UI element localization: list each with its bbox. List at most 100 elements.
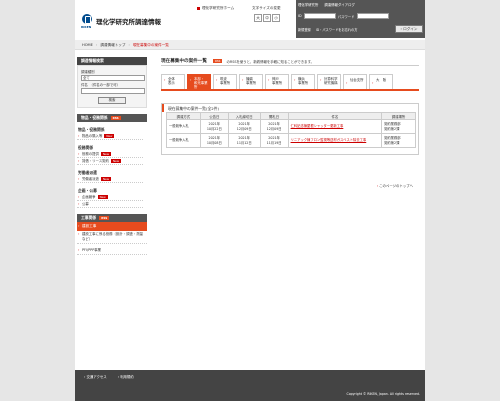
- tab-harima[interactable]: 播磨 事業所: [239, 74, 263, 89]
- cell-place: 契約業務部 契約第2課: [381, 119, 416, 134]
- footer-link-access[interactable]: 交通アクセス: [84, 375, 107, 379]
- font-size-medium-button[interactable]: 中: [263, 14, 271, 22]
- login-title: 理化学研究所 調達情報ダイアログ: [298, 2, 361, 7]
- subject-link[interactable]: リニアック棟フロン監視等送材ガスベスト除去工事: [291, 138, 367, 142]
- cell-deadline: 2021年 12月09日: [227, 119, 261, 134]
- sidebar-item-service[interactable]: 役務の提供New: [77, 151, 143, 158]
- cell-deadline: 2021年 11月12日: [227, 133, 261, 148]
- register-link[interactable]: 新規登録: [298, 28, 311, 32]
- back-to-top-link[interactable]: このページのトップへ: [377, 183, 413, 188]
- result-title: 現在募集中の案件一覧(全2件): [162, 104, 418, 112]
- bullet-icon: [197, 6, 200, 10]
- footer-links: 交通アクセス 利用規約: [84, 374, 144, 379]
- col-deadline: 入札締切日: [227, 112, 261, 120]
- id-label: ID: [298, 14, 302, 18]
- main-title-row: 現在募集中の案件一覧 RSS のRSSを使うと、新着情報を手軽に知ることができま…: [161, 57, 419, 66]
- font-size-small-button[interactable]: 小: [272, 14, 280, 22]
- sidebar-item-labor[interactable]: 労働者派遣New: [77, 176, 143, 183]
- breadcrumb: HOME › 調達情報トップ › 現在募集中の案件一覧: [75, 40, 425, 50]
- logo-subtext: RIKEN: [81, 25, 92, 29]
- sidebar-item-label: 公募: [82, 202, 89, 206]
- riken-logo[interactable]: RIKEN: [81, 14, 93, 29]
- login-button-label: ログイン: [403, 27, 418, 31]
- sidebar-item-lease[interactable]: 賃借・リース契約New: [77, 158, 143, 165]
- result-box: 現在募集中の案件一覧(全2件) 調達方式 公告日 入札締切日 開札日 件名 調達…: [161, 103, 419, 155]
- category-label: 調達種別: [81, 70, 95, 74]
- sidebar-item-label: 賃借・リース契約: [82, 159, 109, 163]
- login-panel: 理化学研究所 調達情報ダイアログ ID パスワード 新規登録 ID・パスワードをお…: [296, 0, 425, 38]
- breadcrumb-home[interactable]: HOME: [82, 43, 93, 47]
- tab-tsukuba[interactable]: 筑波 事業所: [213, 74, 237, 89]
- cell-place: 契約業務部 契約第2課: [381, 133, 416, 148]
- sidebar-item-goods-purchase[interactable]: 物品の購入等New: [77, 133, 143, 140]
- table-row: 一般競争入札 2021年 10月08日 2021年 11月12日 2021年 11月1…: [166, 133, 416, 148]
- cell-subject: リニアック棟フロン監視等送材ガスベスト除去工事: [287, 133, 383, 148]
- cell-method: 一般競争入札: [166, 119, 201, 134]
- keyword-hint: （件名の一部で可）: [91, 83, 120, 87]
- search-panel-title: 調達情報検索: [77, 57, 147, 65]
- sidebar-item-planning[interactable]: 企画競争New: [77, 194, 143, 201]
- font-size-label: 文字サイズの変更: [252, 6, 281, 10]
- tab-osaka[interactable]: 大 阪: [369, 74, 393, 89]
- forgot-password-link[interactable]: ID・パスワードをお忘れの方: [316, 28, 358, 32]
- site-title[interactable]: 理化学研究所調達情報: [96, 16, 161, 26]
- font-size-large-button[interactable]: 大: [254, 14, 262, 22]
- sidebar-item-pfi-ppp[interactable]: PFI/PPP事業: [77, 247, 147, 255]
- cell-opening: 2021年 11月19日: [259, 133, 289, 148]
- table-row: 一般競争入札 2021年 10月22日 2021年 12月09日 2021年 12月0…: [166, 119, 416, 134]
- new-badge: New: [100, 152, 112, 156]
- main-rss-badge[interactable]: RSS: [212, 59, 223, 63]
- tab-computational-science[interactable]: 計算科学 研究機構: [317, 74, 341, 89]
- search-button[interactable]: 検索: [98, 97, 126, 104]
- subject-link[interactable]: 仁科記念棟屋根シャッター更新工事: [291, 124, 344, 128]
- sidebar: 調達情報検索 調達種別 全て 件名 （件名の一部で可） 検索 物品・役務関係 RS…: [77, 57, 147, 255]
- new-badge: New: [100, 177, 112, 181]
- keyword-input[interactable]: [81, 88, 145, 94]
- construction-section-header: 工事関係 RSS: [77, 214, 147, 222]
- col-subject: 件名: [287, 112, 383, 120]
- tab-sendai[interactable]: 仙台支所: [343, 74, 367, 89]
- id-input[interactable]: [303, 13, 336, 19]
- cell-announce: 2021年 10月22日: [199, 119, 229, 134]
- tab-kobe[interactable]: 神戸 事業所: [265, 74, 289, 89]
- copyright: Copyright © RIKEN, Japan. All rights res…: [346, 392, 420, 396]
- new-badge: New: [97, 195, 108, 199]
- font-size-buttons: 大 中 小: [254, 14, 280, 22]
- category-select-value: 全て: [83, 76, 90, 80]
- location-tabs: 全体 表示 本部・ 和光事業所 筑波 事業所 播磨 事業所 神戸 事業所 横浜 …: [161, 74, 419, 91]
- sidebar-item-construction-services[interactable]: 建設工事に係る役務（設計・調査・測量など）: [77, 231, 147, 244]
- main-content: 現在募集中の案件一覧 RSS のRSSを使うと、新着情報を手軽に知ることができま…: [161, 57, 419, 188]
- riken-home-link[interactable]: 理化学研究所ホーム: [197, 6, 234, 11]
- login-title-2: 調達情報ダイアログ: [324, 3, 355, 7]
- goods-section-header: 物品・役務関係 RSS: [77, 114, 147, 122]
- page-title: 現在募集中の案件一覧: [161, 59, 207, 64]
- tab-wako[interactable]: 本部・ 和光事業所: [187, 74, 211, 89]
- col-place: 調達場所: [381, 112, 416, 120]
- password-input[interactable]: [356, 13, 389, 19]
- goods-rss-badge[interactable]: RSS: [110, 116, 121, 120]
- password-label: パスワード: [337, 14, 355, 19]
- search-panel: 調達種別 全て 件名 （件名の一部で可） 検索: [77, 65, 147, 108]
- breadcrumb-parent[interactable]: 調達情報トップ: [100, 43, 125, 47]
- cell-announce: 2021年 10月08日: [199, 133, 229, 148]
- riken-home-label: 理化学研究所ホーム: [202, 6, 235, 10]
- login-button[interactable]: › ログイン: [395, 25, 423, 33]
- cell-subject: 仁科記念棟屋根シャッター更新工事: [287, 119, 383, 134]
- construction-header-label: 工事関係: [81, 215, 97, 220]
- login-fields: ID パスワード: [298, 13, 389, 19]
- cell-method: 一般競争入札: [166, 133, 201, 148]
- footer-link-terms[interactable]: 利用規約: [118, 375, 134, 379]
- category-select[interactable]: 全て: [81, 75, 145, 81]
- tab-all[interactable]: 全体 表示: [161, 74, 185, 89]
- riken-logo-icon: [82, 14, 92, 24]
- table-header-row: 調達方式 公告日 入札締切日 開札日 件名 調達場所: [166, 112, 416, 120]
- tab-yokohama[interactable]: 横浜 事業所: [291, 74, 315, 89]
- cell-opening: 2021年 12月09日: [259, 119, 289, 134]
- goods-header-label: 物品・役務関係: [81, 115, 108, 120]
- sidebar-item-public-offer[interactable]: 公募: [77, 201, 143, 208]
- col-announce: 公告日: [199, 112, 229, 120]
- sidebar-item-label: 役務の提供: [82, 152, 99, 156]
- new-badge: New: [110, 159, 122, 163]
- construction-rss-badge[interactable]: RSS: [99, 216, 110, 220]
- sidebar-item-construction[interactable]: 建設工事: [77, 222, 147, 231]
